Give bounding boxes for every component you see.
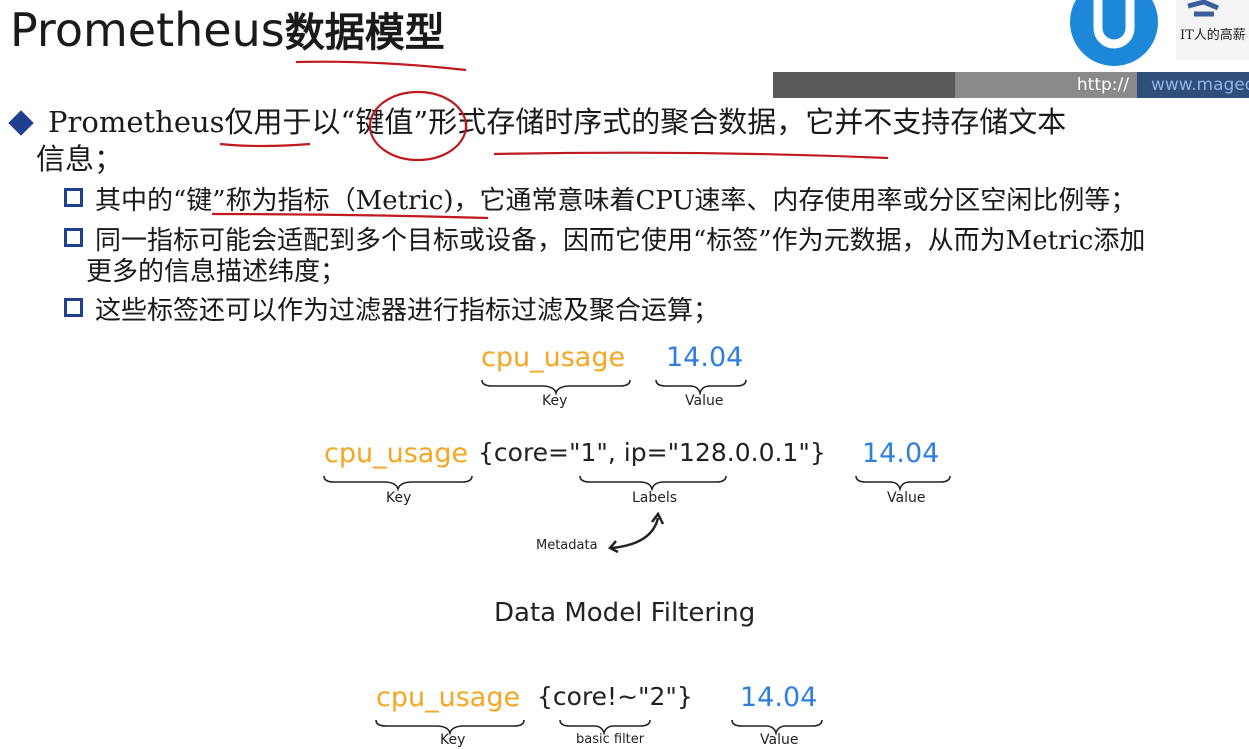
square-bullet-icon — [64, 228, 83, 247]
sub-bullet: 其中的“键”称为指标（Metric)，它通常意味着CPU速率、内存使用率或分区空… — [64, 186, 1244, 217]
diamond-bullet-icon — [8, 110, 34, 136]
square-bullet-icon — [64, 298, 83, 317]
title-en: Prometheus — [10, 3, 285, 57]
square-bullet-icon — [64, 188, 83, 207]
brand-logo: IT人的高薪 — [1068, 0, 1249, 66]
diagram2-labels: {core="1", ip="128.0.0.1"} — [478, 438, 826, 467]
url-bar-segment — [773, 72, 955, 98]
sub-bullet-text: 这些标签还可以作为过滤器进行指标过滤及聚合运算； — [95, 296, 720, 326]
diagram2-key-label: Key — [386, 490, 412, 506]
diagram2-labels-label: Labels — [632, 490, 678, 506]
diagram3-key: cpu_usage — [376, 682, 521, 713]
diagram2-value: 14.04 — [862, 438, 940, 469]
brace-icon — [481, 379, 631, 396]
url-http: http:// — [955, 72, 1137, 98]
main-bullet-line1: Prometheus仅用于以“键值”形式存储时序式的聚合数据，它并不支持存储文本 — [48, 105, 1067, 139]
diagram2-metadata-label: Metadata — [536, 538, 598, 553]
title-cn: 数据模型 — [284, 9, 445, 56]
diagram2-key: cpu_usage — [324, 438, 469, 469]
sub-bullet: 这些标签还可以作为过滤器进行指标过滤及聚合运算； — [64, 296, 1244, 327]
diagram3-value-label: Value — [760, 732, 799, 748]
sub-bullet-text: 同一指标可能会适配到多个目标或设备，因而它使用“标签”作为元数据，从而为Metr… — [95, 226, 1146, 256]
page-title: Prometheus数据模型 — [10, 2, 445, 61]
main-bullet: Prometheus仅用于以“键值”形式存储时序式的聚合数据，它并不支持存储文本… — [8, 104, 1242, 178]
title-underline-annotation — [295, 60, 467, 72]
diagram2-value-label: Value — [887, 490, 926, 506]
brace-icon — [579, 475, 727, 492]
curved-arrow-icon — [608, 511, 665, 554]
diagram3-filter-label: basic filter — [576, 732, 645, 747]
brace-icon — [655, 379, 747, 396]
diagram3-key-label: Key — [440, 732, 466, 748]
url-bar: http:// www.magedu — [773, 72, 1249, 98]
brand-text: IT人的高薪 — [1180, 28, 1246, 43]
brace-icons — [323, 379, 951, 736]
diagram1-value: 14.04 — [666, 342, 744, 373]
brace-icon — [323, 475, 473, 492]
diagram1-key-label: Key — [542, 393, 568, 409]
sub-bullet: 同一指标可能会适配到多个目标或设备，因而它使用“标签”作为元数据，从而为Metr… — [64, 226, 1244, 288]
filter-heading: Data Model Filtering — [494, 598, 756, 628]
diagram1-value-label: Value — [685, 393, 724, 409]
sub-bullet-text: 其中的“键”称为指标（Metric)，它通常意味着CPU速率、内存使用率或分区空… — [95, 186, 1137, 216]
sub-bullet-continuation: 更多的信息描述纬度； — [86, 257, 347, 287]
diagram1-key: cpu_usage — [481, 342, 626, 373]
url-domain: www.magedu — [1137, 72, 1249, 98]
brace-icon — [855, 475, 951, 492]
diagram3-value: 14.04 — [740, 682, 818, 713]
diagram3-filter: {core!~"2"} — [537, 682, 693, 711]
main-bullet-line2: 信息； — [36, 142, 124, 176]
